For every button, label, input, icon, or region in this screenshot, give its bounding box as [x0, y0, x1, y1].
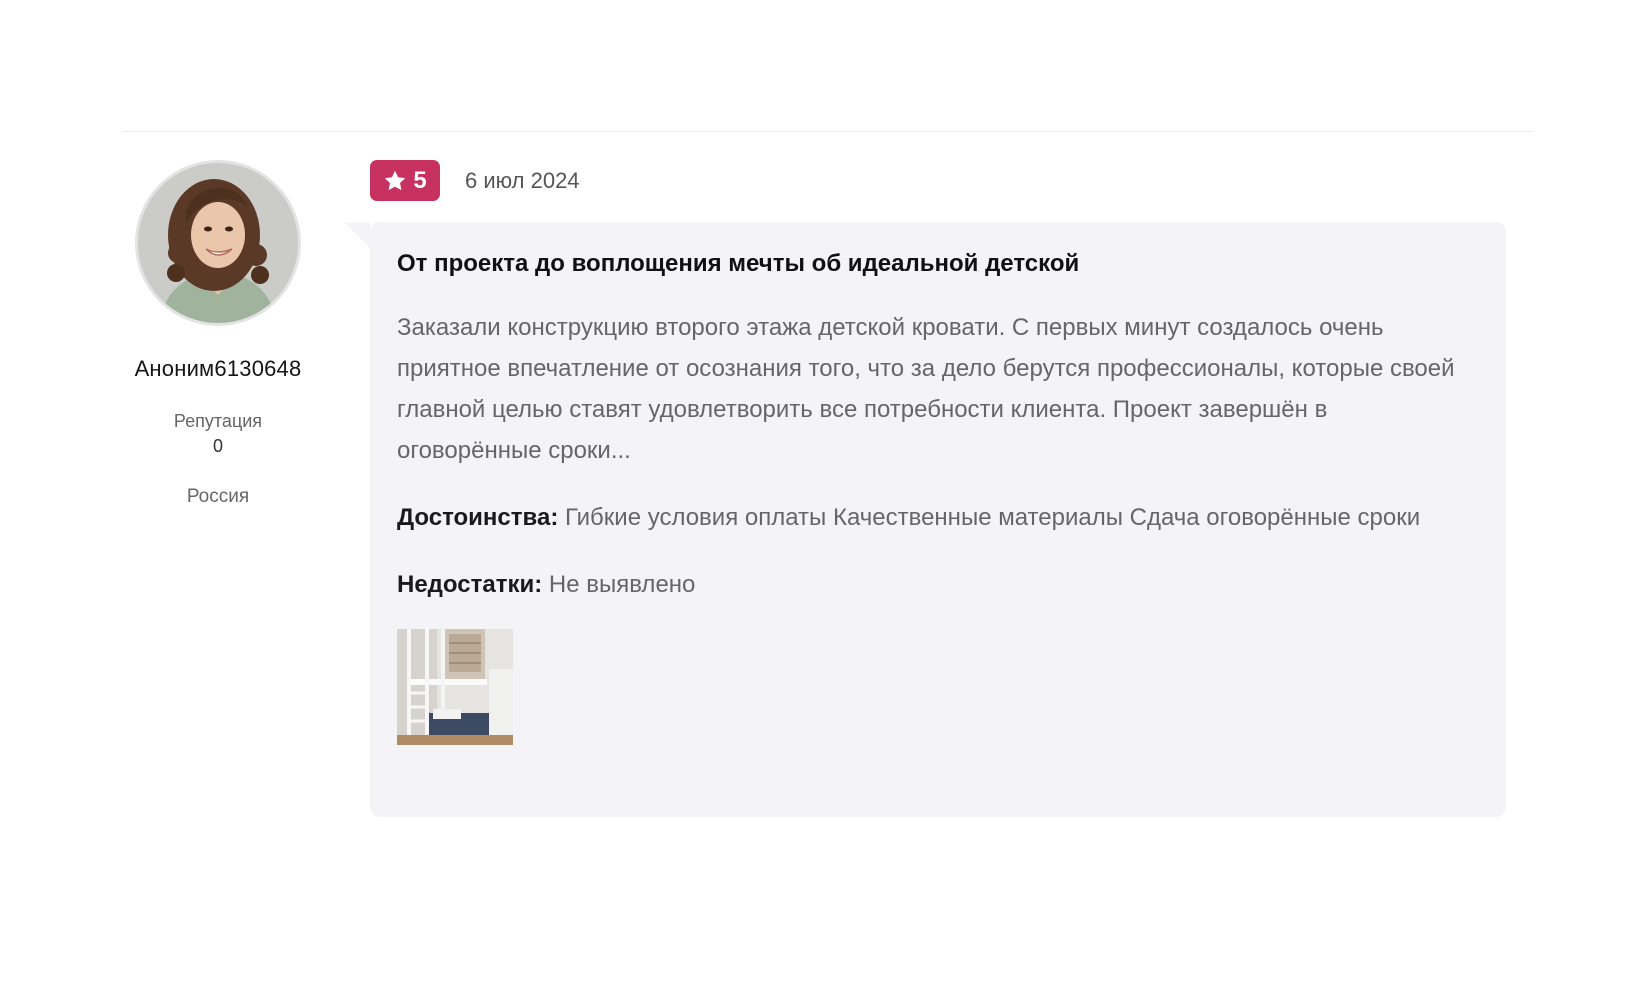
pros-label: Достоинства:	[397, 504, 559, 532]
review-title: От проекта до воплощения мечты об идеаль…	[397, 250, 1080, 277]
review-date: 6 июл 2024	[465, 168, 580, 193]
top-divider	[122, 131, 1532, 132]
review-card: От проекта до воплощения мечты об идеаль…	[344, 222, 1506, 817]
review-pros: Достоинства: Гибкие условия оплаты Качес…	[397, 497, 1478, 538]
reputation-label: Репутация	[173, 411, 263, 431]
author-name[interactable]: Аноним6130648	[118, 356, 318, 382]
review-photo-thumbnail[interactable]	[397, 629, 513, 746]
pros-text: Гибкие условия оплаты Качественные матер…	[564, 504, 1421, 532]
author-country: Россия	[186, 486, 250, 507]
author-avatar[interactable]	[135, 160, 301, 326]
review-author: Аноним6130648 Репутация 0 Россия	[118, 160, 318, 508]
cons-text: Не выявлено	[548, 571, 696, 599]
reputation-value: 0	[212, 436, 223, 456]
avatar-photo-icon	[138, 163, 298, 323]
rating-badge: 5	[370, 160, 440, 201]
review-cons: Недостатки: Не выявлено	[397, 564, 1478, 605]
cons-label: Недостатки:	[397, 571, 543, 599]
rating-value: 5	[413, 166, 427, 194]
review-text: Заказали конструкцию второго этажа детск…	[397, 314, 1455, 465]
bunk-bed-photo-icon	[397, 629, 513, 746]
star-icon	[385, 170, 406, 190]
